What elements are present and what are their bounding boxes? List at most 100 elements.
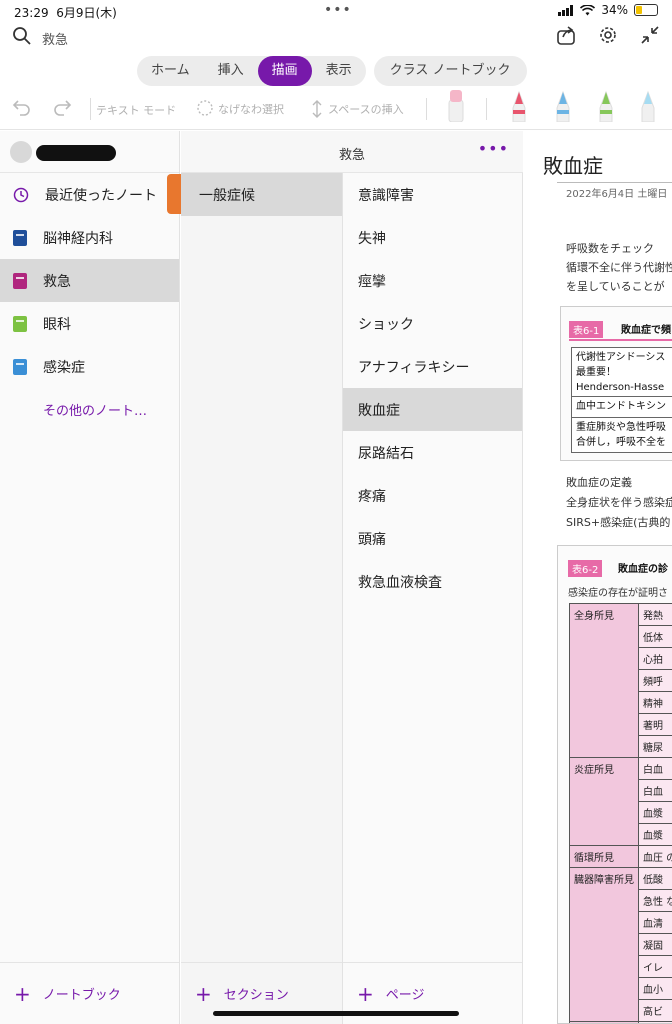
table-value-cell: 急性 なく <box>637 889 672 912</box>
table-value-cell: 精神 <box>637 691 672 714</box>
add-page-label: ページ <box>385 988 425 1003</box>
tab-class-notebook[interactable]: クラス ノートブック <box>373 56 527 86</box>
page-list-pane: 意識障害 失神 痙攣 ショック アナフィラキシー 敗血症 尿路結石 疼痛 頭痛 … <box>343 131 523 1024</box>
table-value-cell: 血漿 <box>637 823 672 846</box>
notebook-label: 脳神経内科 <box>43 230 113 247</box>
page-item[interactable]: 疼痛 <box>343 474 522 517</box>
figure-subtitle: 感染症の存在が証明さ <box>568 588 668 599</box>
table-value-cell: 血漿 <box>637 801 672 824</box>
insert-space-button[interactable]: スペースの挿入 <box>310 100 404 118</box>
page-item-sepsis[interactable]: 敗血症 <box>343 388 522 431</box>
pen-red-icon[interactable] <box>511 90 527 122</box>
figure-table-6-2[interactable]: 表6-2 敗血症の診 感染症の存在が証明さ 全身所見 発熱 低体 心拍 頻呼 精神 著明 糖尿… <box>557 545 672 1024</box>
highlighter-pink-icon[interactable] <box>448 90 464 122</box>
add-section-label: セクション <box>223 988 289 1003</box>
collapse-icon[interactable] <box>640 24 660 46</box>
figure-text: 合併し，呼吸不全を <box>576 437 666 448</box>
lasso-label: なげなわ選択 <box>218 103 284 116</box>
notebook-header: 救急 ••• <box>181 131 523 173</box>
section-list-pane: 一般症候 + セクション <box>181 131 343 1024</box>
battery-icon <box>634 4 658 16</box>
pen-green-icon[interactable] <box>598 90 614 122</box>
lasso-select-button[interactable]: なげなわ選択 <box>196 100 284 118</box>
section-item-general-symptoms[interactable]: 一般症候 <box>181 173 342 216</box>
section-color-tab <box>167 174 181 214</box>
home-indicator[interactable] <box>213 1011 459 1016</box>
page-item[interactable]: 痙攣 <box>343 259 522 302</box>
notebook-item-neurology[interactable]: 脳神経内科 <box>0 216 179 259</box>
note-text-line[interactable]: 呼吸数をチェック <box>566 239 654 258</box>
note-text-line[interactable]: 全身症状を伴う感染症 <box>566 493 672 512</box>
redo-icon[interactable] <box>52 98 72 116</box>
wifi-icon <box>580 4 596 15</box>
table-row: 炎症所見 白血 <box>569 757 672 846</box>
ribbon-tabs: ホーム 挿入 描画 表示 クラス ノートブック <box>137 56 527 86</box>
figure-box: 血中エンドトキシン <box>571 396 672 418</box>
note-text-line[interactable]: 循環不全に伴う代謝性 <box>566 258 672 277</box>
lasso-icon <box>197 100 213 116</box>
share-icon[interactable] <box>556 24 576 46</box>
plus-icon: + <box>357 981 374 1006</box>
page-item[interactable]: 頭痛 <box>343 517 522 560</box>
table-row: 全身所見 発熱 <box>569 603 672 758</box>
table-value-cell: 血圧 の低 <box>637 845 672 868</box>
add-notebook-label: ノートブック <box>42 988 121 1003</box>
gear-icon[interactable] <box>598 24 618 46</box>
notebook-icon <box>13 358 27 375</box>
tab-draw[interactable]: 描画 <box>257 56 312 86</box>
top-right-actions <box>556 24 660 46</box>
table-value-cell: 白血 <box>637 779 672 802</box>
notebook-icon <box>13 272 27 289</box>
note-text-line[interactable]: 敗血症の定義 <box>566 473 632 492</box>
pen-blue-icon[interactable] <box>555 90 571 122</box>
table-value-cell: 著明 <box>637 713 672 736</box>
insert-space-label: スペースの挿入 <box>328 103 404 116</box>
figure-label: 表6-2 <box>568 560 603 577</box>
text-mode-button[interactable]: テキスト モード <box>96 102 176 118</box>
recent-notes-item[interactable]: 最近使ったノート <box>0 173 179 216</box>
plus-icon: + <box>14 981 31 1006</box>
search-icon[interactable] <box>12 26 32 50</box>
tab-home[interactable]: ホーム <box>137 56 204 86</box>
page-title[interactable]: 敗血症 <box>543 150 603 179</box>
table-category-cell: 炎症所見 <box>569 757 639 846</box>
note-text-line[interactable]: SIRS+感染症(古典的 <box>566 513 670 532</box>
table-value-cell: 発熱 <box>637 603 672 626</box>
status-indicators: 34% <box>558 3 658 17</box>
add-notebook-button[interactable]: + ノートブック <box>0 962 179 1024</box>
avatar[interactable] <box>10 141 32 163</box>
insert-space-icon <box>312 100 322 118</box>
table-value-cell: 低体 <box>637 625 672 648</box>
tab-insert[interactable]: 挿入 <box>204 56 258 86</box>
more-notebooks-link[interactable]: その他のノート… <box>0 388 179 431</box>
page-item[interactable]: ショック <box>343 302 522 345</box>
figure-text: 最重要！ <box>576 367 616 378</box>
signal-icon <box>558 4 574 16</box>
page-item[interactable]: 尿路結石 <box>343 431 522 474</box>
page-item[interactable]: 失神 <box>343 216 522 259</box>
pen-lightblue-icon[interactable] <box>640 90 656 122</box>
notebook-item-emergency[interactable]: 救急 <box>0 259 179 302</box>
table-value-cell: 糖尿 <box>637 735 672 758</box>
page-item[interactable]: 救急血液検査 <box>343 560 522 603</box>
notebook-icon <box>13 315 27 332</box>
table-value-cell: 低酸 <box>637 867 672 890</box>
criteria-table: 全身所見発熱低体心拍頻呼精神著明糖尿炎症所見白血白血血漿血漿循環所見血圧 の低臓… <box>569 603 672 1023</box>
draw-ribbon: テキスト モード なげなわ選択 スペースの挿入 <box>0 90 672 130</box>
table-value-cell: 白血 <box>637 757 672 780</box>
more-options-icon[interactable]: ••• <box>478 139 509 158</box>
page-item[interactable]: アナフィラキシー <box>343 345 522 388</box>
tab-view[interactable]: 表示 <box>312 56 366 86</box>
notebook-item-infectious[interactable]: 感染症 <box>0 345 179 388</box>
table-value-cell: 凝固 <box>637 933 672 956</box>
page-item[interactable]: 意識障害 <box>343 173 522 216</box>
notebook-item-ophthalmology[interactable]: 眼科 <box>0 302 179 345</box>
undo-icon[interactable] <box>12 98 32 116</box>
figure-table-6-1[interactable]: 表6-1 敗血症で頻 代謝性アシドーシス 最重要！ Henderson-Hass… <box>560 306 672 461</box>
multitask-dots[interactable]: ••• <box>324 2 352 18</box>
search-input[interactable]: 救急 <box>42 29 68 48</box>
figure-text: 血中エンドトキシン <box>576 401 666 412</box>
title-divider <box>557 182 672 183</box>
account-header[interactable] <box>0 131 179 173</box>
note-text-line[interactable]: を呈していることが <box>566 277 665 296</box>
